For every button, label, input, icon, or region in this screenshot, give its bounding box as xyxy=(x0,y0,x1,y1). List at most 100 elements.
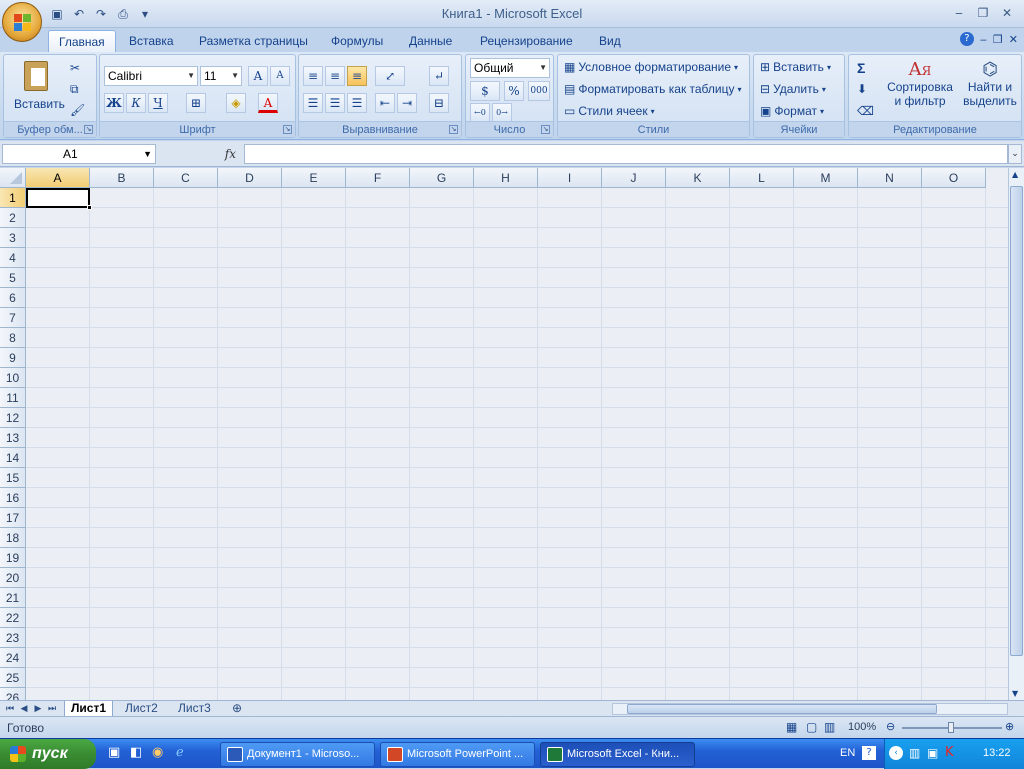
tab-view[interactable]: Вид xyxy=(595,30,625,52)
row-header[interactable]: 2 xyxy=(0,208,26,228)
increase-indent-icon[interactable]: ⇥ xyxy=(397,93,417,113)
underline-button[interactable]: Ч xyxy=(148,93,168,113)
antivirus-icon[interactable]: K xyxy=(945,745,954,760)
start-button[interactable]: пуск xyxy=(0,739,96,769)
row-header[interactable]: 8 xyxy=(0,328,26,348)
vertical-scrollbar[interactable]: ▲ ▼ xyxy=(1008,168,1024,700)
align-center-icon[interactable]: ☰ xyxy=(325,93,345,113)
column-header[interactable]: O xyxy=(922,168,986,188)
zoom-slider-thumb[interactable] xyxy=(948,722,954,733)
row-header[interactable]: 6 xyxy=(0,288,26,308)
horizontal-scroll-thumb[interactable] xyxy=(627,704,937,714)
zoom-in-icon[interactable]: ⊕ xyxy=(1005,720,1014,733)
number-format-select[interactable]: Общий ▼ xyxy=(470,58,550,78)
font-size-select[interactable]: 11 ▼ xyxy=(200,66,242,86)
column-header[interactable]: A xyxy=(26,168,90,188)
paste-button[interactable]: Вставить xyxy=(10,59,65,119)
select-all-button[interactable] xyxy=(0,168,26,188)
column-header[interactable]: N xyxy=(858,168,922,188)
font-launcher-icon[interactable]: ↘ xyxy=(283,125,292,134)
row-header[interactable]: 26 xyxy=(0,688,26,700)
clock[interactable]: 13:22 xyxy=(983,747,1011,759)
tab-home[interactable]: Главная xyxy=(48,30,116,52)
column-header[interactable]: M xyxy=(794,168,858,188)
print-icon[interactable]: ⎙ xyxy=(114,5,132,23)
percent-button[interactable]: % xyxy=(504,81,524,101)
row-header[interactable]: 24 xyxy=(0,648,26,668)
internet-explorer-icon[interactable]: ℯ xyxy=(176,745,184,760)
zoom-out-icon[interactable]: ⊖ xyxy=(886,720,895,733)
restore-button[interactable]: ❐ xyxy=(972,4,994,22)
copy-icon[interactable]: ⧉ xyxy=(70,82,79,97)
insert-sheet-icon[interactable]: ⊕ xyxy=(226,701,248,717)
cell-styles-button[interactable]: ▭ Стили ячеек ▾ xyxy=(564,104,655,118)
wb-restore-button[interactable]: ❐ xyxy=(993,33,1003,46)
orientation-icon[interactable]: ⤢ xyxy=(375,66,405,86)
explorer-icon[interactable]: ◧ xyxy=(130,745,142,760)
row-header[interactable]: 23 xyxy=(0,628,26,648)
row-header[interactable]: 11 xyxy=(0,388,26,408)
fill-handle[interactable] xyxy=(87,205,92,210)
row-header[interactable]: 4 xyxy=(0,248,26,268)
wb-close-button[interactable]: ✕ xyxy=(1009,33,1018,46)
vertical-scroll-thumb[interactable] xyxy=(1010,186,1023,656)
row-header[interactable]: 19 xyxy=(0,548,26,568)
thousands-button[interactable]: 000 xyxy=(528,81,550,101)
scroll-up-icon[interactable]: ▲ xyxy=(1012,170,1018,179)
save-icon[interactable]: ▣ xyxy=(48,5,66,23)
column-header[interactable]: K xyxy=(666,168,730,188)
row-header[interactable]: 5 xyxy=(0,268,26,288)
name-box[interactable]: A1 ▼ xyxy=(2,144,156,164)
last-sheet-icon[interactable]: ⏭ xyxy=(46,702,58,716)
row-header[interactable]: 22 xyxy=(0,608,26,628)
taskbar-item-word[interactable]: Документ1 - Microso... xyxy=(220,742,375,767)
page-break-view-icon[interactable]: ▥ xyxy=(824,720,835,734)
help-icon[interactable]: ? xyxy=(959,32,974,46)
scroll-down-icon[interactable]: ▼ xyxy=(1012,689,1018,698)
column-header[interactable]: B xyxy=(90,168,154,188)
currency-icon[interactable]: $ xyxy=(470,81,500,101)
autosum-icon[interactable]: Σ xyxy=(857,60,865,76)
italic-button[interactable]: К xyxy=(126,93,146,113)
undo-icon[interactable]: ↶ xyxy=(70,5,88,23)
page-layout-view-icon[interactable]: ▢ xyxy=(806,720,817,734)
column-header[interactable]: H xyxy=(474,168,538,188)
row-header[interactable]: 18 xyxy=(0,528,26,548)
clear-icon[interactable]: ⌫ xyxy=(857,104,874,118)
row-header[interactable]: 14 xyxy=(0,448,26,468)
row-header[interactable]: 10 xyxy=(0,368,26,388)
column-header[interactable]: D xyxy=(218,168,282,188)
clipboard-launcher-icon[interactable]: ↘ xyxy=(84,125,93,134)
format-as-table-button[interactable]: ▤ Форматировать как таблицу ▾ xyxy=(564,82,742,96)
tab-page-layout[interactable]: Разметка страницы xyxy=(195,30,312,52)
row-header[interactable]: 15 xyxy=(0,468,26,488)
insert-function-button[interactable]: fx xyxy=(162,145,242,163)
expand-formula-bar-icon[interactable]: ⌄ xyxy=(1008,144,1022,164)
find-select-button[interactable]: ⌬ Найти и выделить xyxy=(959,59,1021,121)
row-header[interactable]: 7 xyxy=(0,308,26,328)
column-header[interactable]: C xyxy=(154,168,218,188)
conditional-formatting-button[interactable]: ▦ Условное форматирование ▾ xyxy=(564,60,738,74)
normal-view-icon[interactable]: ▦ xyxy=(786,720,797,734)
tab-data[interactable]: Данные xyxy=(405,30,456,52)
next-sheet-icon[interactable]: ▶ xyxy=(32,702,44,716)
bold-button[interactable]: Ж xyxy=(104,93,124,113)
sheet-tab-2[interactable]: Лист2 xyxy=(119,701,164,717)
fill-color-icon[interactable]: ◈ xyxy=(226,93,246,113)
formula-input[interactable] xyxy=(244,144,1008,164)
font-name-select[interactable]: Calibri ▼ xyxy=(104,66,198,86)
horizontal-scrollbar[interactable] xyxy=(612,703,1008,715)
customize-qat-icon[interactable]: ▾ xyxy=(136,5,154,23)
wb-minimize-button[interactable]: ‒ xyxy=(980,33,987,46)
tab-review[interactable]: Рецензирование xyxy=(476,30,577,52)
sheet-tab-1[interactable]: Лист1 xyxy=(64,701,114,717)
decrease-decimal-icon[interactable]: 0→ xyxy=(492,103,512,123)
sheet-tab-3[interactable]: Лист3 xyxy=(172,701,217,717)
column-header[interactable]: J xyxy=(602,168,666,188)
number-launcher-icon[interactable]: ↘ xyxy=(541,125,550,134)
row-header[interactable]: 3 xyxy=(0,228,26,248)
zoom-level[interactable]: 100% xyxy=(848,721,876,733)
row-header[interactable]: 21 xyxy=(0,588,26,608)
network-icon[interactable]: ▥ xyxy=(909,746,920,760)
borders-icon[interactable]: ⊞ xyxy=(186,93,206,113)
